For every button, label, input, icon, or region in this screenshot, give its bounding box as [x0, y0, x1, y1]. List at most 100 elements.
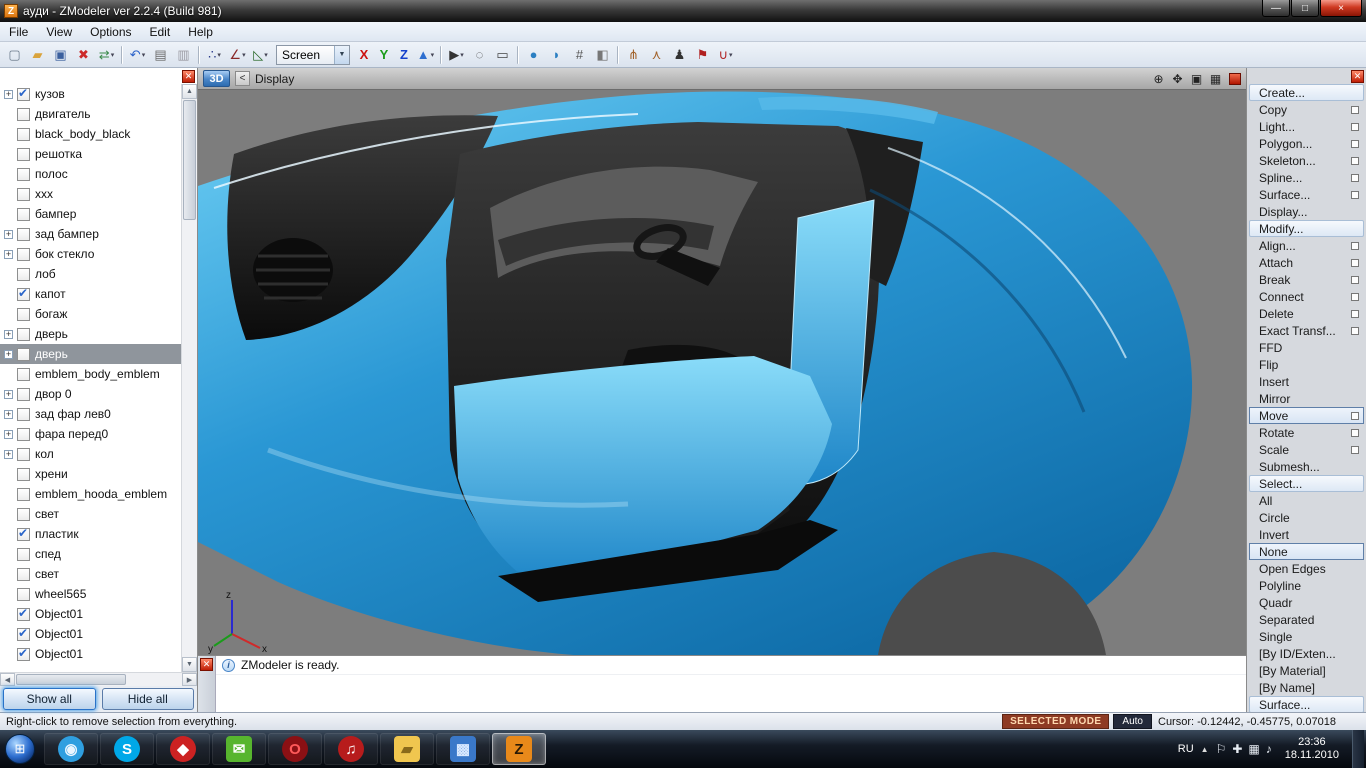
hemisphere-tool-icon[interactable]: ◗ — [545, 44, 568, 66]
new-file-icon[interactable]: ▢ — [3, 44, 26, 66]
magnet-tool-icon[interactable]: ∪ — [714, 44, 737, 66]
notification-icon[interactable]: ⚐ — [1216, 742, 1227, 756]
downloader-icon[interactable]: ◆ — [156, 733, 210, 765]
tree-row[interactable]: + свет — [0, 504, 181, 524]
axis-cone-icon[interactable]: ▲ — [414, 44, 437, 66]
expand-icon[interactable]: + — [4, 350, 13, 359]
media-player-icon[interactable]: ♫ — [324, 733, 378, 765]
copy-icon[interactable]: ▥ — [172, 44, 195, 66]
tree-row[interactable]: + xxx — [0, 184, 181, 204]
image-viewer-icon[interactable]: ▩ — [436, 733, 490, 765]
expand-icon[interactable]: + — [4, 390, 13, 399]
command-item[interactable]: Single — [1249, 628, 1364, 645]
sphere-tool-icon[interactable]: ● — [522, 44, 545, 66]
tree-row[interactable]: + полос — [0, 164, 181, 184]
tree-row[interactable]: + зад фар лев0 — [0, 404, 181, 424]
skype-icon[interactable]: S — [100, 733, 154, 765]
viewport-3d[interactable]: z x y — [198, 90, 1246, 655]
command-option-box[interactable] — [1351, 191, 1359, 199]
command-item[interactable]: None — [1249, 543, 1364, 560]
tree-row[interactable]: + emblem_hooda_emblem — [0, 484, 181, 504]
tree-row[interactable]: + бампер — [0, 204, 181, 224]
visibility-checkbox[interactable] — [17, 428, 30, 441]
show-desktop-button[interactable] — [1352, 730, 1364, 768]
minimize-button[interactable]: — — [1262, 0, 1290, 17]
command-option-box[interactable] — [1351, 140, 1359, 148]
undo-icon[interactable]: ↶ — [126, 44, 149, 66]
visibility-checkbox[interactable] — [17, 388, 30, 401]
expand-icon[interactable]: + — [4, 430, 13, 439]
command-item[interactable]: Delete — [1249, 305, 1364, 322]
visibility-checkbox[interactable] — [17, 148, 30, 161]
command-item[interactable]: Exact Transf... — [1249, 322, 1364, 339]
rect-select-icon[interactable]: ▭ — [491, 44, 514, 66]
screen-mode-dropdown[interactable]: Screen ▼ — [276, 45, 350, 65]
scrollbar-thumb[interactable] — [16, 674, 126, 685]
tree-horizontal-scrollbar[interactable]: ◀ ▶ — [0, 672, 197, 686]
language-indicator[interactable]: RU — [1178, 743, 1194, 755]
scrollbar-thumb[interactable] — [183, 100, 196, 220]
visibility-checkbox[interactable] — [17, 168, 30, 181]
command-item[interactable]: Invert — [1249, 526, 1364, 543]
face-mode-icon[interactable]: ◺ — [249, 44, 272, 66]
visibility-checkbox[interactable] — [17, 588, 30, 601]
layout-views-icon[interactable]: ▦ — [1207, 70, 1224, 87]
command-item[interactable]: Scale — [1249, 441, 1364, 458]
command-item[interactable]: Spline... — [1249, 169, 1364, 186]
visibility-checkbox[interactable] — [17, 488, 30, 501]
expand-icon[interactable]: + — [4, 250, 13, 259]
volume-icon[interactable]: ♪ — [1266, 742, 1272, 756]
zoom-icon[interactable]: ⊕ — [1150, 70, 1167, 87]
visibility-checkbox[interactable] — [17, 568, 30, 581]
command-item[interactable]: Break — [1249, 271, 1364, 288]
tree-row[interactable]: + Object01 — [0, 624, 181, 644]
visibility-checkbox[interactable] — [17, 608, 30, 621]
tree-row[interactable]: + решотка — [0, 144, 181, 164]
frame-view-icon[interactable]: ▣ — [1188, 70, 1205, 87]
command-item[interactable]: Modify... — [1249, 220, 1364, 237]
zmodeler-icon[interactable]: Z — [492, 733, 546, 765]
visibility-checkbox[interactable] — [17, 328, 30, 341]
viewport-close-button[interactable] — [1229, 73, 1241, 85]
show-all-button[interactable]: Show all — [3, 688, 96, 710]
command-item[interactable]: Quadr — [1249, 594, 1364, 611]
command-item[interactable]: FFD — [1249, 339, 1364, 356]
tree-row[interactable]: + дверь — [0, 344, 181, 364]
biped-tool-icon[interactable]: ♟ — [668, 44, 691, 66]
tree-row[interactable]: + Object01 — [0, 604, 181, 624]
back-button[interactable]: < — [235, 71, 250, 86]
command-item[interactable]: Move — [1249, 407, 1364, 424]
scroll-right-icon[interactable]: ▶ — [182, 673, 197, 686]
scroll-left-icon[interactable]: ◀ — [0, 673, 15, 686]
command-item[interactable]: Surface... — [1249, 186, 1364, 203]
tree-row[interactable]: + emblem_body_emblem — [0, 364, 181, 384]
messenger-icon[interactable]: ✉ — [212, 733, 266, 765]
scroll-down-icon[interactable]: ▼ — [182, 657, 197, 672]
view-3d-tab[interactable]: 3D — [203, 70, 230, 87]
command-option-box[interactable] — [1351, 157, 1359, 165]
tree-row[interactable]: + дверь — [0, 324, 181, 344]
edge-mode-icon[interactable]: ∠ — [226, 44, 249, 66]
visibility-checkbox[interactable] — [17, 208, 30, 221]
surface-tool-icon[interactable]: ◧ — [591, 44, 614, 66]
tree-row[interactable]: + кузов — [0, 84, 181, 104]
visibility-checkbox[interactable] — [17, 448, 30, 461]
tree-row[interactable]: + лоб — [0, 264, 181, 284]
command-item[interactable]: [By Name] — [1249, 679, 1364, 696]
visibility-checkbox[interactable] — [17, 228, 30, 241]
command-item[interactable]: Circle — [1249, 509, 1364, 526]
open-folder-icon[interactable]: ▰ — [26, 44, 49, 66]
command-item[interactable]: Separated — [1249, 611, 1364, 628]
panel-close-button[interactable]: ✕ — [1351, 70, 1364, 83]
expand-icon[interactable]: + — [4, 230, 13, 239]
browser-icon[interactable]: ◉ — [44, 733, 98, 765]
menu-edit[interactable]: Edit — [141, 23, 180, 41]
visibility-checkbox[interactable] — [17, 128, 30, 141]
expand-icon[interactable]: + — [4, 330, 13, 339]
vertex-mode-icon[interactable]: ∴ — [203, 44, 226, 66]
titlebar[interactable]: Z ауди - ZModeler ver 2.2.4 (Build 981) … — [0, 0, 1366, 22]
close-button[interactable]: × — [1320, 0, 1362, 17]
export-icon[interactable]: ⇄ — [95, 44, 118, 66]
menu-file[interactable]: File — [0, 23, 37, 41]
z-axis-button[interactable]: Z — [394, 45, 414, 65]
